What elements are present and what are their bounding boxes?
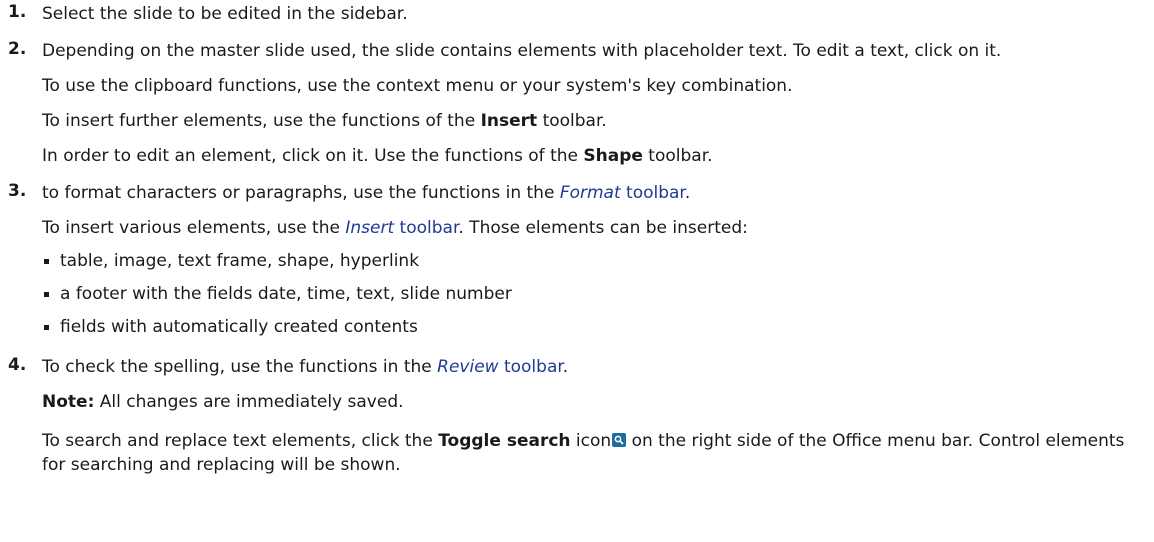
step-paragraph: To insert further elements, use the func… [42,109,1146,133]
text-segment: To insert further elements, use the func… [42,111,481,131]
link-italic: Insert [345,218,395,238]
format-toolbar-link[interactable]: Format toolbar [560,183,685,203]
step-number: 2. [8,39,27,59]
step-1: 1. Select the slide to be edited in the … [8,2,1146,26]
step-2: 2. Depending on the master slide used, t… [8,39,1146,168]
step-paragraph: To use the clipboard functions, use the … [42,76,793,96]
text-segment: to format characters or paragraphs, use … [42,183,560,203]
instructions-document: 1. Select the slide to be edited in the … [0,0,1154,477]
list-item: fields with automatically created conten… [42,315,1146,339]
text-segment: To check the spelling, use the functions… [42,357,438,377]
text-segment: icon [570,431,612,451]
insert-toolbar-link[interactable]: Insert toolbar [345,218,458,238]
step-number: 3. [8,181,27,201]
text-segment: To search and replace text elements, cli… [42,431,439,451]
text-segment: . [684,183,691,203]
step-3: 3. to format characters or paragraphs, u… [8,181,1146,339]
review-toolbar-link[interactable]: Review toolbar [437,357,563,377]
note-text: All changes are immediately saved. [94,392,404,412]
list-item: table, image, text frame, shape, hyperli… [42,249,1146,273]
step-4: 4. To check the spelling, use the functi… [8,355,1146,477]
link-italic: Review [437,357,499,377]
step-number: 1. [8,2,27,22]
step-paragraph: To check the spelling, use the functions… [42,355,1146,379]
text-segment: . [562,357,569,377]
step-text: Select the slide to be edited in the sid… [42,4,408,24]
link-rest: toolbar [620,183,685,203]
link-rest: toolbar [498,357,563,377]
text-segment: toolbar. [642,146,713,166]
insert-toolbar-label: Insert [480,111,538,131]
step-paragraph: to format characters or paragraphs, use … [42,181,1146,205]
list-item: a footer with the fields date, time, tex… [42,282,1146,306]
link-italic: Format [559,183,621,203]
link-rest: toolbar [394,218,459,238]
toggle-search-label: Toggle search [438,431,571,451]
text-segment: In order to edit an element, click on it… [42,146,584,166]
step-paragraph: In order to edit an element, click on it… [42,144,1146,168]
step-paragraph: To search and replace text elements, cli… [42,429,1146,477]
step-paragraph: To insert various elements, use the Inse… [42,216,1146,240]
step-number: 4. [8,355,27,375]
note-label: Note: [42,392,95,412]
step-paragraph: Depending on the master slide used, the … [42,41,1002,61]
text-segment: To insert various elements, use the [42,218,346,238]
shape-toolbar-label: Shape [583,146,643,166]
text-segment: toolbar. [537,111,607,131]
text-segment: . Those elements can be inserted: [458,218,748,238]
note: Note: All changes are immediately saved. [42,390,1146,414]
search-icon [612,433,627,447]
insertable-elements-list: table, image, text frame, shape, hyperli… [42,249,1146,339]
